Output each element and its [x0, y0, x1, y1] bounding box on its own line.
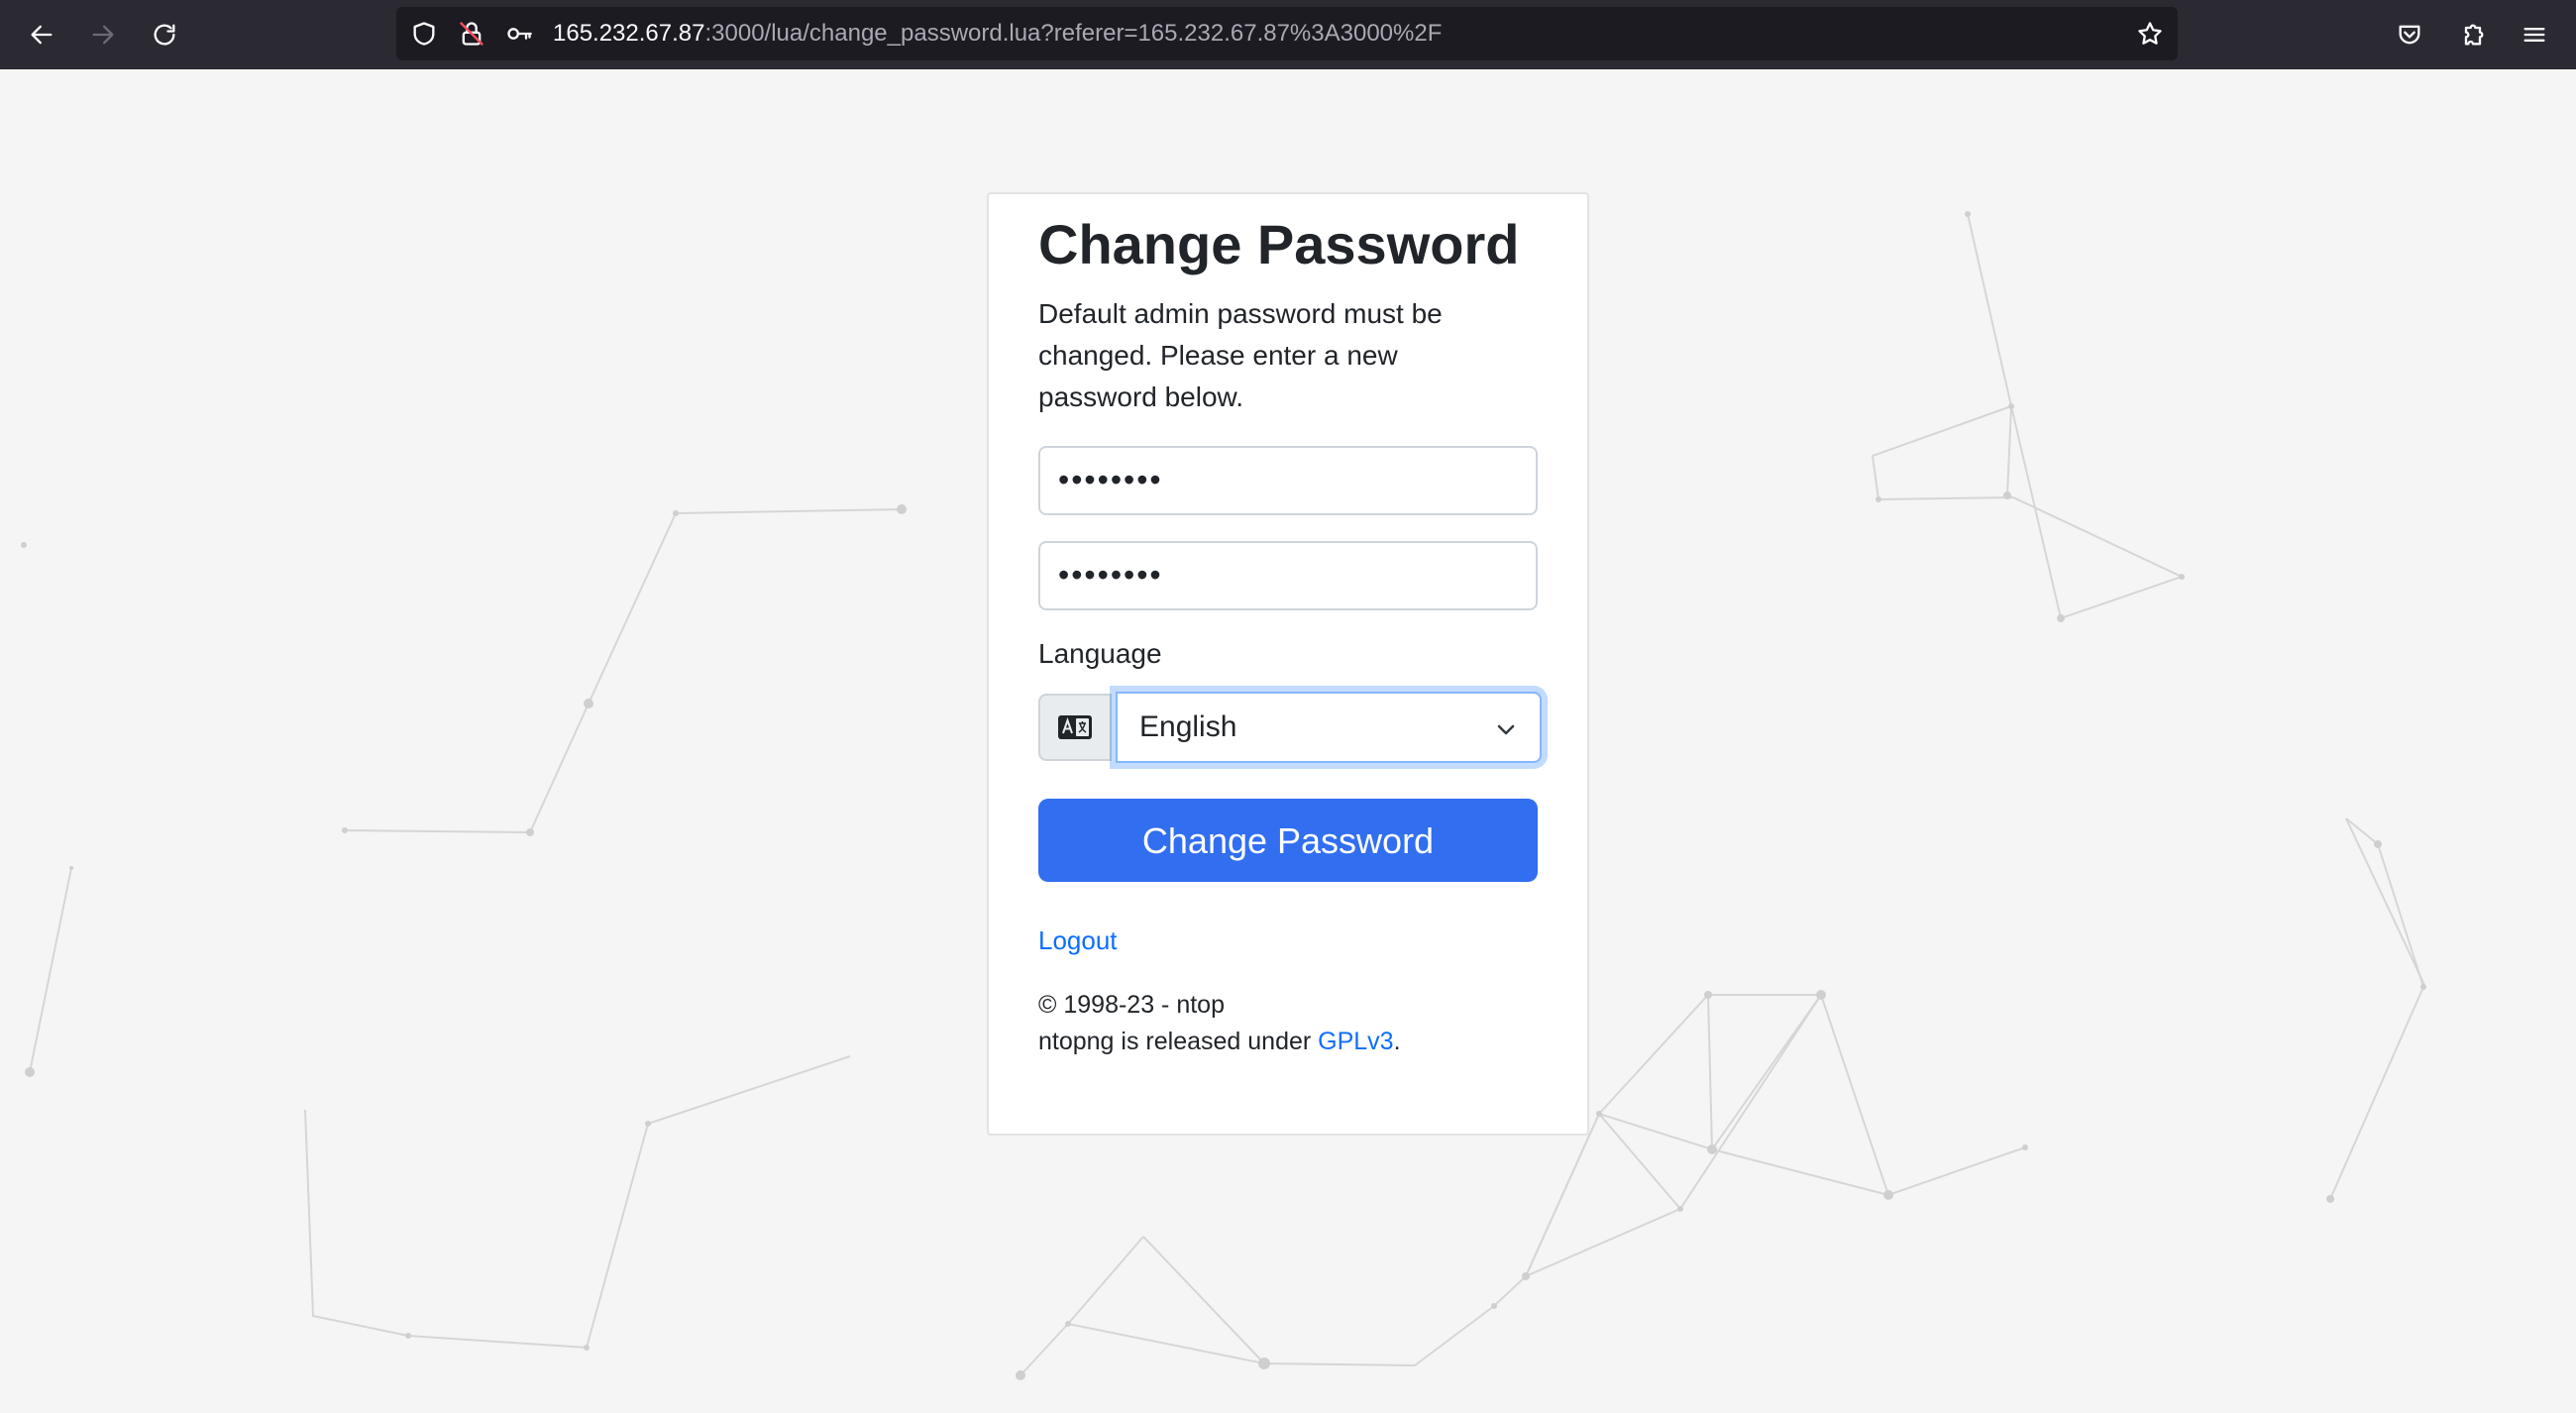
- language-select[interactable]: English: [1116, 692, 1542, 763]
- chevron-down-icon: [1497, 724, 1515, 735]
- confirm-password-field[interactable]: ••••••••: [1038, 541, 1538, 610]
- url-text[interactable]: 165.232.67.87:3000/lua/change_password.l…: [553, 7, 1442, 60]
- insecure-lock-icon[interactable]: [458, 20, 485, 48]
- license-line: ntopng is released under GPLv3.: [1038, 1024, 1401, 1060]
- footer: © 1998-23 - ntop ntopng is released unde…: [1038, 987, 1401, 1060]
- back-button[interactable]: [20, 13, 63, 56]
- browser-toolbar: 165.232.67.87:3000/lua/change_password.l…: [0, 0, 2576, 69]
- license-prefix: ntopng is released under: [1038, 1028, 1319, 1055]
- app-menu-button[interactable]: [2513, 13, 2556, 56]
- new-password-field[interactable]: ••••••••: [1038, 446, 1538, 515]
- key-icon[interactable]: [505, 20, 533, 48]
- page-title: Change Password: [1038, 213, 1520, 275]
- star-icon[interactable]: [2136, 20, 2164, 48]
- license-suffix: .: [1393, 1028, 1401, 1055]
- language-selected-value: English: [1139, 710, 1237, 743]
- url-host: 165.232.67.87: [553, 20, 705, 47]
- translate-icon: [1058, 715, 1092, 739]
- pocket-button[interactable]: [2388, 13, 2431, 56]
- language-addon: [1038, 694, 1112, 761]
- gplv3-link[interactable]: GPLv3: [1318, 1028, 1393, 1055]
- puzzle-icon: [2464, 24, 2484, 46]
- language-label: Language: [1038, 638, 1162, 669]
- copyright-text: © 1998-23 - ntop: [1038, 991, 1225, 1019]
- shield-icon[interactable]: [410, 20, 438, 48]
- logout-link[interactable]: Logout: [1038, 925, 1118, 956]
- description-text: Default admin password must be changed. …: [1038, 298, 1443, 412]
- forward-button[interactable]: [81, 13, 125, 56]
- reload-button[interactable]: [143, 13, 186, 56]
- address-bar[interactable]: 165.232.67.87:3000/lua/change_password.l…: [396, 7, 2178, 60]
- pocket-icon: [2399, 25, 2420, 45]
- hamburger-menu-icon: [2523, 28, 2545, 42]
- arrow-left-icon: [31, 25, 53, 45]
- url-path: :3000/lua/change_password.lua?referer=16…: [704, 20, 1443, 47]
- change-password-button[interactable]: Change Password: [1038, 799, 1538, 882]
- arrow-right-icon: [92, 25, 114, 45]
- change-password-card: Change Password Default admin password m…: [987, 192, 1589, 1136]
- extensions-button[interactable]: [2451, 13, 2495, 56]
- reload-icon: [154, 24, 175, 46]
